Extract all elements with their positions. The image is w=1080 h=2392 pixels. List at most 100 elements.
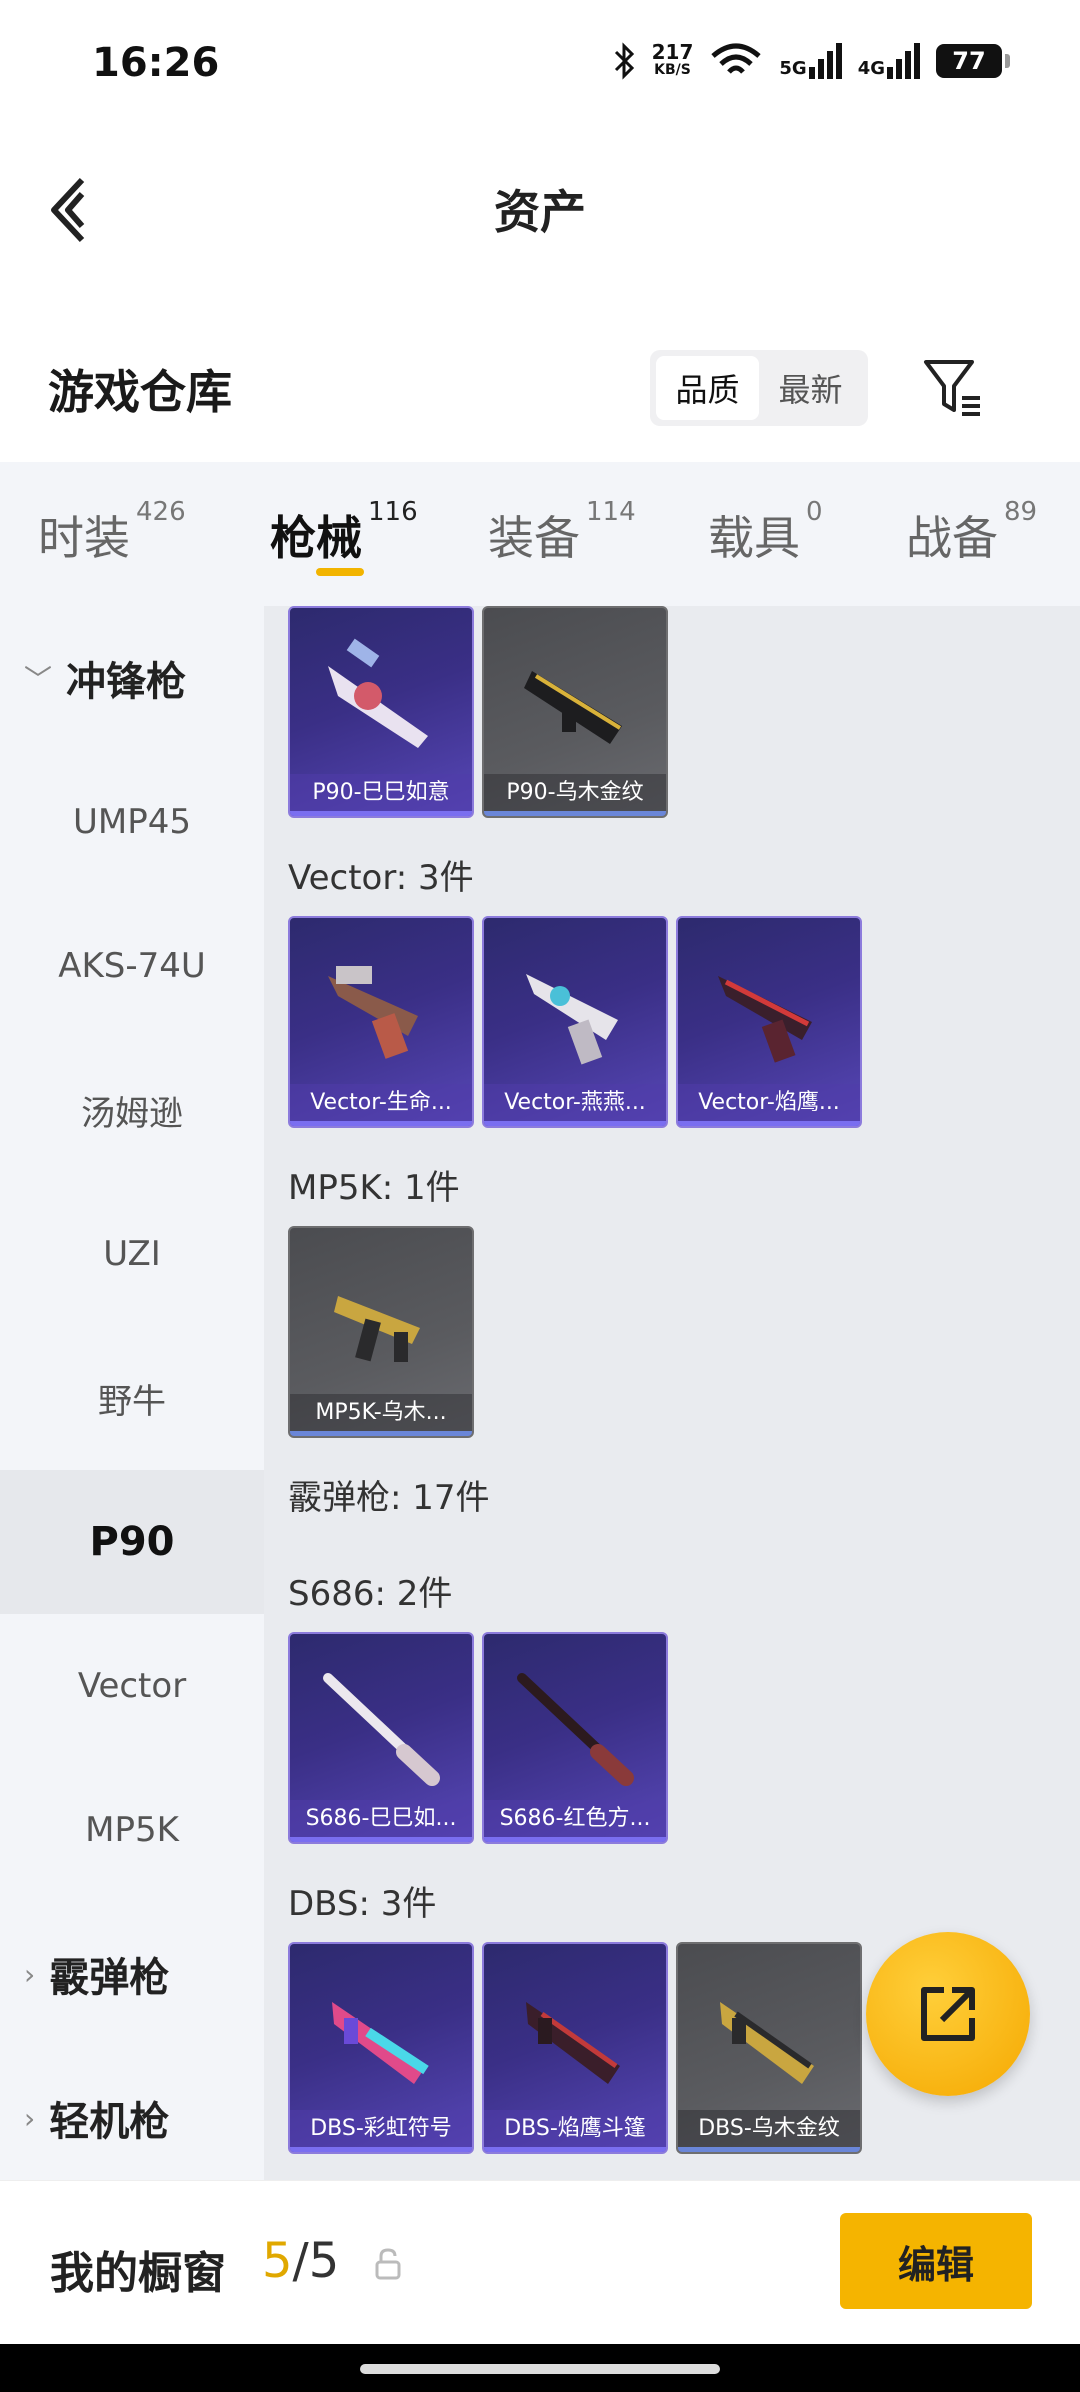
weapon-thumbnail-icon bbox=[323, 1673, 440, 1786]
sidebar-item-label: UMP45 bbox=[73, 802, 191, 842]
status-icons: 217 KB/S 5G 4G 77 bbox=[612, 42, 1010, 80]
tab-fashion[interactable]: 时装 426 bbox=[38, 497, 186, 568]
group-label-mp5k: MP5K: 1件 bbox=[288, 1168, 460, 1208]
rarity-stripe bbox=[484, 1121, 666, 1126]
sidebar-item-uzi[interactable]: UZI bbox=[0, 1182, 264, 1326]
top-bar: 资产 bbox=[0, 140, 1080, 270]
tab-count: 114 bbox=[586, 496, 636, 527]
status-time: 16:26 bbox=[92, 40, 220, 86]
weapon-card[interactable]: DBS-乌木金纹 bbox=[676, 1942, 862, 2154]
weapon-card-label: DBS-彩虹符号 bbox=[290, 2110, 472, 2148]
rarity-stripe bbox=[484, 811, 666, 816]
rarity-stripe bbox=[484, 2147, 666, 2152]
sidebar-group-shotgun[interactable]: › 霰弹枪 bbox=[0, 1902, 264, 2046]
home-indicator[interactable] bbox=[360, 2364, 720, 2374]
weapon-thumbnail-icon bbox=[526, 974, 618, 1065]
edit-button[interactable]: 编辑 bbox=[840, 2213, 1032, 2309]
tab-count: 0 bbox=[806, 496, 823, 527]
signal-5g-label: 5G bbox=[779, 58, 807, 79]
tab-label: 载具 bbox=[708, 511, 800, 565]
status-bar: 16:26 217 KB/S 5G 4G 77 bbox=[0, 0, 1080, 130]
sidebar-item-label: 霰弹枪 bbox=[49, 1955, 170, 2001]
showcase-bar: 我的橱窗 5/5 编辑 bbox=[0, 2180, 1080, 2344]
weapon-card[interactable]: DBS-焰鹰斗篷 bbox=[482, 1942, 668, 2154]
signal-5g: 5G bbox=[779, 43, 842, 79]
weapon-card[interactable]: Vector-生命... bbox=[288, 916, 474, 1128]
sidebar-item-label: Vector bbox=[77, 1666, 187, 1706]
sidebar-item-label: 冲锋枪 bbox=[66, 659, 187, 705]
showcase-current: 5 bbox=[262, 2233, 293, 2289]
sidebar-item-aks74u[interactable]: AKS-74U bbox=[0, 894, 264, 1038]
showcase-separator: / bbox=[292, 2233, 309, 2289]
share-fab-button[interactable] bbox=[866, 1932, 1030, 2096]
weapon-card[interactable]: MP5K-乌木... bbox=[288, 1226, 474, 1438]
tab-label: 枪械 bbox=[270, 511, 362, 565]
group-label-dbs: DBS: 3件 bbox=[288, 1884, 437, 1924]
weapon-card[interactable]: DBS-彩虹符号 bbox=[288, 1942, 474, 2154]
tab-count: 89 bbox=[1004, 496, 1038, 527]
rarity-stripe bbox=[484, 1837, 666, 1842]
showcase-total: 5 bbox=[308, 2233, 340, 2289]
weapon-card-label: S686-红色方... bbox=[484, 1800, 666, 1838]
gesture-bar bbox=[0, 2344, 1080, 2392]
weapon-card-label: DBS-乌木金纹 bbox=[678, 2110, 860, 2148]
group-label-vector: Vector: 3件 bbox=[288, 858, 474, 898]
sidebar-item-label: MP5K bbox=[85, 1810, 179, 1850]
sidebar-group-smg[interactable]: ﹀ 冲锋枪 bbox=[0, 606, 264, 750]
repository-title: 游戏仓库 bbox=[48, 365, 232, 419]
page-title: 资产 bbox=[494, 185, 586, 239]
signal-4g: 4G bbox=[858, 43, 920, 79]
sidebar-item-label: AKS-74U bbox=[58, 946, 206, 986]
tab-vehicles[interactable]: 载具 0 bbox=[708, 497, 823, 568]
weapon-card[interactable]: P90-乌木金纹 bbox=[482, 606, 668, 818]
sort-option-newest[interactable]: 最新 bbox=[759, 356, 862, 420]
sidebar-item-mp5k[interactable]: MP5K bbox=[0, 1758, 264, 1902]
tab-equipment[interactable]: 装备 114 bbox=[488, 497, 636, 568]
weapon-card[interactable]: S686-巳巳如... bbox=[288, 1632, 474, 1844]
tab-label: 战备 bbox=[906, 511, 998, 565]
weapon-card-label: Vector-焰鹰... bbox=[678, 1084, 860, 1122]
sidebar-item-ump45[interactable]: UMP45 bbox=[0, 750, 264, 894]
tab-supplies[interactable]: 战备 89 bbox=[906, 497, 1037, 568]
rarity-stripe bbox=[290, 811, 472, 816]
chevron-right-icon: › bbox=[24, 1957, 36, 1991]
group-label-shotgun: 霰弹枪: 17件 bbox=[288, 1478, 490, 1518]
sort-option-quality[interactable]: 品质 bbox=[656, 356, 759, 420]
sidebar-item-thompson[interactable]: 汤姆逊 bbox=[0, 1038, 264, 1182]
rarity-stripe bbox=[290, 1121, 472, 1126]
tab-label: 装备 bbox=[488, 511, 580, 565]
tab-label: 时装 bbox=[38, 511, 130, 565]
tab-firearms[interactable]: 枪械 116 bbox=[270, 497, 418, 568]
weapon-card-label: P90-乌木金纹 bbox=[484, 774, 666, 812]
weapon-card[interactable]: P90-巳巳如意 bbox=[288, 606, 474, 818]
rarity-stripe bbox=[290, 1431, 472, 1436]
sort-toggle: 品质 最新 bbox=[650, 350, 868, 426]
weapon-card[interactable]: S686-红色方... bbox=[482, 1632, 668, 1844]
weapon-card[interactable]: Vector-燕燕... bbox=[482, 916, 668, 1128]
weapon-card-label: Vector-燕燕... bbox=[484, 1084, 666, 1122]
sidebar-item-label: UZI bbox=[103, 1234, 161, 1274]
chevron-down-icon: ﹀ bbox=[24, 663, 53, 696]
category-tabs: 时装 426 枪械 116 装备 114 载具 0 战备 89 bbox=[0, 462, 1080, 606]
sidebar-item-label: P90 bbox=[89, 1519, 175, 1565]
external-link-icon bbox=[921, 1987, 975, 2041]
sidebar-item-p90[interactable]: P90 bbox=[0, 1470, 264, 1614]
sidebar-item-label: 轻机枪 bbox=[49, 2099, 170, 2145]
sidebar-item-label: 野牛 bbox=[98, 1381, 166, 1422]
signal-4g-label: 4G bbox=[857, 58, 885, 79]
weapon-card[interactable]: Vector-焰鹰... bbox=[676, 916, 862, 1128]
showcase-count: 5/5 bbox=[262, 2233, 339, 2289]
sidebar-item-vector[interactable]: Vector bbox=[0, 1614, 264, 1758]
weapon-thumbnail-icon bbox=[328, 966, 418, 1059]
weapon-thumbnail-icon bbox=[334, 1296, 420, 1362]
weapon-thumbnail-icon bbox=[720, 2002, 814, 2084]
sidebar-group-lmg[interactable]: › 轻机枪 bbox=[0, 2046, 264, 2190]
filter-icon[interactable] bbox=[922, 356, 984, 418]
weapon-sidenav: ﹀ 冲锋枪 UMP45 AKS-74U 汤姆逊 UZI 野牛 P90 Vecto… bbox=[0, 606, 264, 2180]
sidebar-item-label: 汤姆逊 bbox=[81, 1093, 183, 1134]
weapon-card-label: Vector-生命... bbox=[290, 1084, 472, 1122]
weapon-thumbnail-icon bbox=[517, 1673, 634, 1786]
network-speed-unit: KB/S bbox=[654, 62, 691, 78]
sidebar-item-bizon[interactable]: 野牛 bbox=[0, 1326, 264, 1470]
network-speed: 217 KB/S bbox=[652, 42, 694, 79]
